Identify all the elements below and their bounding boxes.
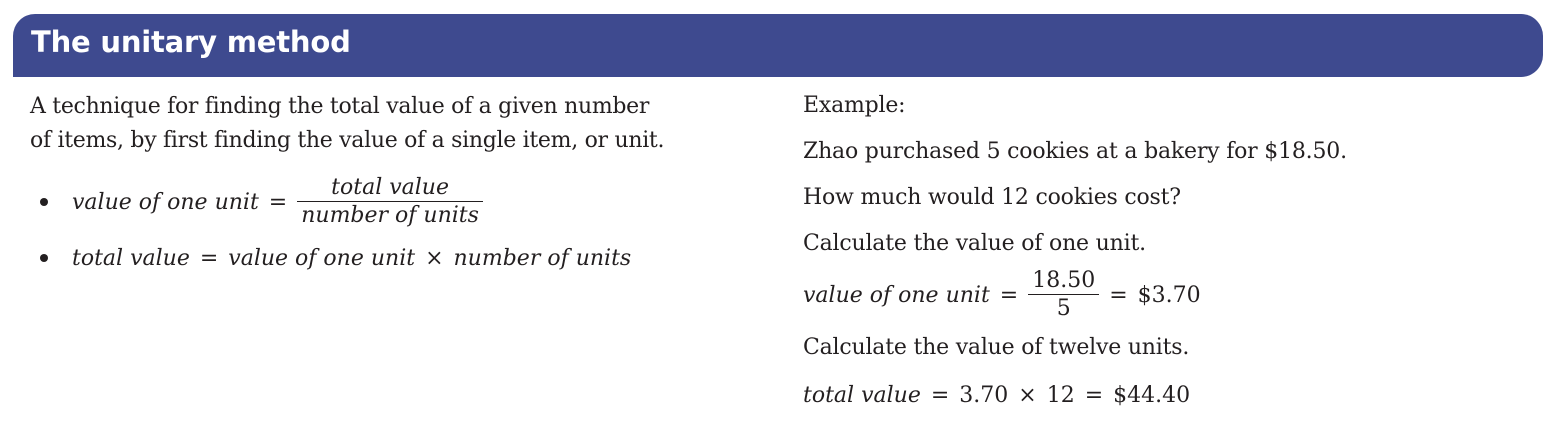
equals-sign: =: [930, 382, 950, 408]
formula-unit-value: value of one unit = total value number o…: [72, 174, 483, 229]
definition-text: A technique for finding the total value …: [30, 90, 750, 158]
calc-lhs: total value: [803, 382, 921, 408]
calc-factor-b: 12: [1046, 382, 1075, 408]
example-label: Example:: [803, 93, 906, 118]
bullet-icon: [40, 198, 48, 206]
example-step-1: Calculate the value of one unit.: [803, 231, 1146, 256]
definition-line-1: A technique for finding the total value …: [30, 94, 650, 119]
definition-line-2: of items, by first finding the value of …: [30, 128, 665, 153]
fraction-numerator: 18.50: [1032, 267, 1096, 293]
fraction-numerator: total value: [331, 174, 449, 200]
fraction-denominator: 5: [1056, 295, 1071, 321]
equals-sign: =: [199, 245, 219, 271]
title-banner: The unitary method: [13, 14, 1543, 77]
equals-sign: =: [999, 282, 1019, 308]
formula-factor-a: value of one unit: [228, 245, 416, 271]
equals-sign: =: [1109, 282, 1128, 308]
fraction-denominator: number of units: [301, 202, 479, 228]
times-sign: ×: [1018, 382, 1037, 408]
page-title: The unitary method: [31, 25, 351, 59]
equals-sign: =: [268, 189, 288, 215]
calc-lhs: value of one unit: [803, 282, 990, 308]
bullet-icon: [40, 254, 48, 262]
formula-total-value: total value = value of one unit × number…: [72, 246, 631, 271]
example-problem-line-1: Zhao purchased 5 cookies at a bakery for…: [803, 139, 1347, 164]
example-step-2: Calculate the value of twelve units.: [803, 335, 1190, 360]
fraction: 18.50 5: [1028, 267, 1100, 322]
equals-sign: =: [1084, 382, 1104, 408]
formula-factor-b: number of units: [453, 245, 632, 271]
example-problem-line-2: How much would 12 cookies cost?: [803, 185, 1181, 210]
calc-factor-a: 3.70: [959, 382, 1009, 408]
definition-section: A technique for finding the total value …: [30, 90, 750, 271]
formula-lhs: total value: [72, 245, 190, 271]
times-sign: ×: [425, 245, 444, 271]
fraction: total value number of units: [297, 174, 483, 229]
calc-result: $3.70: [1137, 282, 1201, 308]
calc-result: $44.40: [1113, 382, 1191, 408]
formula-lhs: value of one unit: [72, 189, 259, 215]
